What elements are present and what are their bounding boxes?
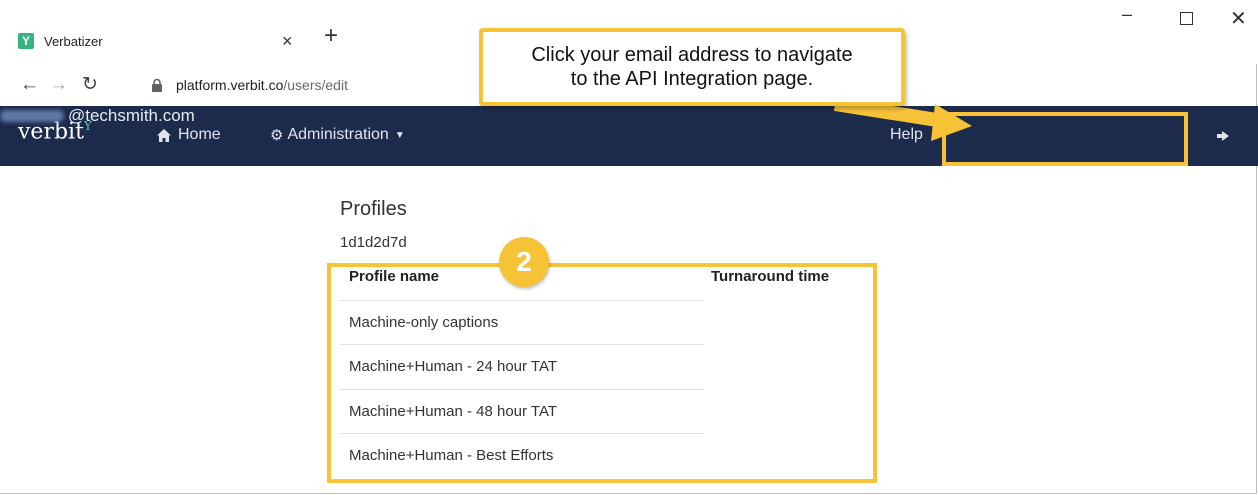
- reload-icon[interactable]: ↻: [82, 73, 98, 96]
- column-header-profile-name: Profile name: [349, 268, 440, 285]
- profile-name-cell: Machine+Human - 24 hour TAT: [349, 358, 558, 375]
- account-id: 1d1d2d7d: [340, 234, 407, 251]
- table-row[interactable]: Machine+Human - 48 hour TAT: [340, 389, 704, 433]
- home-icon: [157, 128, 171, 142]
- table-row[interactable]: Machine+Human - 24 hour TAT: [340, 344, 704, 388]
- new-tab-button[interactable]: +: [324, 22, 338, 50]
- nav-home-label: Home: [178, 126, 221, 143]
- logout-icon[interactable]: [1216, 130, 1230, 142]
- maximize-button[interactable]: [1180, 12, 1193, 25]
- profile-name-cell: Machine+Human - 48 hour TAT: [349, 403, 558, 420]
- url-field[interactable]: platform.verbit.co/users/edit: [176, 77, 348, 93]
- table-row[interactable]: Machine-only captions: [340, 300, 704, 344]
- arrow-right-icon[interactable]: →: [49, 74, 68, 96]
- page-title: Profiles: [340, 198, 407, 220]
- nav-help-label: Help: [890, 126, 923, 143]
- email-highlight-box: [942, 112, 1188, 166]
- caret-down-icon: ▼: [394, 129, 405, 141]
- browser-tab[interactable]: Y Verbatizer ×: [14, 26, 306, 56]
- redacted-email-name: [0, 110, 64, 122]
- brand-mark: Y: [83, 119, 92, 133]
- arrow-left-icon[interactable]: ←: [20, 74, 39, 96]
- brand-text: verbit: [18, 119, 84, 145]
- table-row[interactable]: Machine+Human - Best Efforts: [340, 433, 704, 477]
- nav-home[interactable]: Home: [156, 126, 221, 144]
- column-header-turnaround-time: Turnaround time: [711, 268, 830, 285]
- instruction-callout: Click your email address to navigate to …: [479, 28, 905, 106]
- url-domain: platform.verbit.co: [176, 77, 284, 93]
- verbit-logo[interactable]: verbitY: [18, 119, 92, 144]
- window-close-button[interactable]: ✕: [1230, 6, 1247, 31]
- callout-text: Click your email address to navigate to …: [531, 44, 853, 90]
- gear-icon: ⚙: [270, 127, 284, 144]
- lock-icon: [152, 78, 162, 92]
- minimize-button[interactable]: –: [1122, 4, 1132, 25]
- verbit-favicon-icon: Y: [18, 33, 34, 49]
- url-path: /users/edit: [283, 77, 348, 93]
- tab-title: Verbatizer: [44, 33, 103, 49]
- nav-help[interactable]: Help: [890, 126, 923, 144]
- nav-administration-dropdown[interactable]: ⚙ Administration ▼: [270, 126, 405, 144]
- profile-name-cell: Machine+Human - Best Efforts: [349, 447, 554, 464]
- step-number-badge: 2: [499, 237, 549, 287]
- profile-name-cell: Machine-only captions: [349, 314, 499, 331]
- tab-close-icon[interactable]: ×: [282, 31, 293, 52]
- nav-admin-label: Administration: [287, 126, 389, 143]
